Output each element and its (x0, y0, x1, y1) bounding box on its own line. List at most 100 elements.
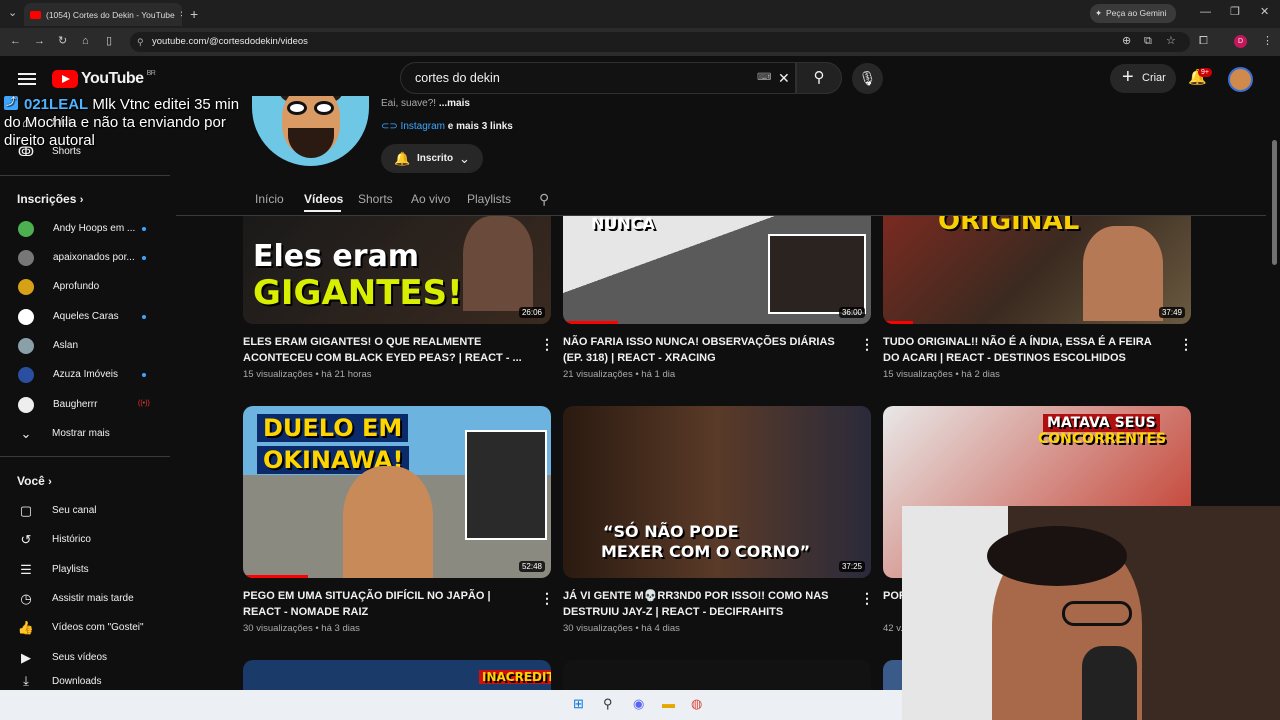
search-icon[interactable]: ⚲ (603, 696, 613, 712)
sidebar-item-downloads[interactable]: ⤓ Downloads (0, 672, 170, 690)
forward-icon[interactable]: → (34, 36, 45, 47)
menu-icon[interactable] (18, 70, 36, 86)
clear-search-icon[interactable]: ✕ (778, 63, 790, 93)
video-meta: 15 visualizações • há 21 horas (243, 369, 372, 380)
browser-tab[interactable]: (1054) Cortes do Dekin - YouTube ✕ (24, 3, 182, 26)
new-content-dot (142, 373, 146, 377)
video-title[interactable]: POR... (883, 588, 903, 604)
sidebar-channel[interactable]: apaixonados por... (0, 243, 170, 272)
subscribed-button[interactable]: 🔔 Inscrito ⌄ (381, 144, 483, 173)
discord-icon[interactable]: ◉ (633, 696, 644, 712)
home-icon[interactable]: ⌂ (82, 36, 89, 47)
url-text: youtube.com/@cortesdodekin/videos (152, 36, 308, 47)
channel-avatar (18, 308, 34, 325)
you-heading[interactable]: Você › (17, 474, 52, 488)
reload-icon[interactable]: ↻ (58, 36, 67, 47)
back-icon[interactable]: ← (10, 36, 21, 47)
channel-avatar-large[interactable] (252, 96, 369, 166)
tab-list-icon[interactable]: ⌄ (8, 8, 17, 19)
tab-playlists[interactable]: Playlists (467, 192, 511, 206)
sidebar-channel[interactable]: Aslan (0, 331, 170, 360)
browser-menu-icon[interactable]: ⋮ (1262, 36, 1273, 47)
create-button[interactable]: Criar (1110, 63, 1176, 93)
more-links[interactable]: e mais 3 links (445, 121, 513, 132)
subscriptions-title: Inscrições (17, 192, 77, 206)
video-title[interactable]: PEGO EM UMA SITUAÇÃO DIFÍCIL NO JAPÃO | … (243, 588, 528, 620)
extensions-icon[interactable]: ⧠ (1199, 36, 1208, 47)
keyboard-icon[interactable]: ⌨ (757, 63, 771, 93)
video-thumbnail[interactable]: DUELO EM OKINAWA! 52:48 (243, 406, 551, 578)
channel-links[interactable]: ⊂⊃ Instagram e mais 3 links (381, 121, 513, 132)
sidebar-divider (0, 456, 170, 457)
show-more-button[interactable]: ⌄ Mostrar mais (0, 419, 170, 448)
channel-description[interactable]: Eai, suave?! ...mais (381, 98, 470, 109)
windows-start-icon[interactable]: ⊞ (573, 696, 584, 712)
gemini-button[interactable]: ✦ Peça ao Gemini (1090, 4, 1176, 23)
sidebar-item-label: Assistir mais tarde (52, 593, 134, 604)
install-app-icon[interactable]: ⧉ (1144, 36, 1152, 47)
video-thumbnail[interactable]: ORIGINAL 37:49 (883, 216, 1191, 324)
profile-avatar[interactable]: D (1234, 35, 1247, 48)
side-panel-icon[interactable]: ▯ (106, 36, 112, 47)
sidebar-channel[interactable]: Aprofundo (0, 272, 170, 301)
chrome-icon[interactable]: ◍ (691, 696, 702, 712)
tab-videos[interactable]: Vídeos (304, 192, 343, 206)
search-input[interactable]: cortes do dekin ⌨ ✕ (400, 62, 796, 94)
channel-search-icon[interactable]: ⚲ (539, 191, 549, 208)
minimize-icon[interactable]: — (1200, 7, 1211, 18)
zoom-icon[interactable]: ⊕ (1122, 36, 1131, 47)
video-title[interactable]: NÃO FARIA ISSO NUNCA! OBSERVAÇÕES DIÁRIA… (563, 334, 848, 366)
sidebar-item-liked-videos[interactable]: 👍 Vídeos com "Gostei" (0, 613, 170, 642)
sidebar-item-watch-later[interactable]: ◷ Assistir mais tarde (0, 584, 170, 613)
youtube-play-icon (52, 70, 78, 88)
voice-search-button[interactable]: 🎙 (852, 63, 883, 94)
video-thumbnail[interactable]: INACREDITÁVEL (243, 660, 551, 690)
new-tab-icon[interactable]: + (190, 7, 198, 21)
close-window-icon[interactable]: ✕ (1260, 7, 1269, 18)
video-title[interactable]: ELES ERAM GIGANTES! O QUE REALMENTE ACON… (243, 334, 528, 366)
youtube-logo[interactable]: YouTube BR (52, 69, 156, 89)
video-thumbnail[interactable]: “SÓ NÃO PODE MEXER COM O CORNO” 37:25 (563, 406, 871, 578)
video-menu-icon[interactable]: ⋮ (860, 590, 874, 607)
video-menu-icon[interactable]: ⋮ (540, 590, 554, 607)
close-tab-icon[interactable]: ✕ (180, 9, 182, 20)
sidebar-item-your-videos[interactable]: ▶ Seus vídeos (0, 643, 170, 672)
sidebar-item-playlists[interactable]: ☰ Playlists (0, 555, 170, 584)
sidebar-divider (0, 175, 170, 176)
video-menu-icon[interactable]: ⋮ (1179, 336, 1193, 353)
video-meta: 30 visualizações • há 3 dias (243, 623, 360, 634)
video-title[interactable]: JÁ VI GENTE M💀RR3ND0 POR ISSO!! COMO NAS… (563, 588, 848, 620)
video-meta: 30 visualizações • há 4 dias (563, 623, 680, 634)
bookmark-star-icon[interactable]: ☆ (1166, 36, 1176, 47)
video-menu-icon[interactable]: ⋮ (540, 336, 554, 353)
tab-live[interactable]: Ao vivo (411, 192, 450, 206)
subscriptions-heading[interactable]: Inscrições › (17, 192, 83, 206)
tab-title: (1054) Cortes do Dekin - YouTube (46, 9, 175, 20)
search-button[interactable]: ⚲ (796, 62, 842, 94)
url-input[interactable]: ⚲ youtube.com/@cortesdodekin/videos (130, 32, 1190, 52)
video-thumbnail[interactable]: NUNCA 36:00 (563, 216, 871, 324)
sidebar-channel[interactable]: Baugherrr ((•)) (0, 390, 170, 419)
sidebar-item-your-channel[interactable]: ▢ Seu canal (0, 496, 170, 525)
create-label: Criar (1142, 72, 1166, 84)
scrollbar-thumb[interactable] (1272, 140, 1277, 265)
sidebar-channel[interactable]: Aqueles Caras (0, 302, 170, 331)
file-explorer-icon[interactable]: ▬ (662, 696, 675, 711)
video-icon: ▶ (21, 649, 31, 665)
sidebar-item-history[interactable]: ↺ Histórico (0, 525, 170, 554)
instagram-link[interactable]: Instagram (401, 121, 445, 132)
maximize-icon[interactable]: ❐ (1230, 7, 1240, 18)
video-menu-icon[interactable]: ⋮ (860, 336, 874, 353)
video-thumbnail[interactable]: Eles eram GIGANTES!! 26:06 (243, 216, 551, 324)
account-avatar[interactable] (1228, 67, 1253, 92)
sidebar-channel[interactable]: Andy Hoops em ... (0, 214, 170, 243)
video-title[interactable]: TUDO ORIGINAL!! NÃO É A ÍNDIA, ESSA É A … (883, 334, 1168, 366)
site-info-icon[interactable]: ⚲ (137, 32, 144, 52)
tab-home[interactable]: Início (255, 192, 284, 206)
video-thumbnail[interactable] (563, 660, 871, 690)
tab-shorts[interactable]: Shorts (358, 192, 393, 206)
channel-more-link[interactable]: ...mais (439, 98, 470, 109)
sidebar-channel[interactable]: Azuza Imóveis (0, 360, 170, 389)
chat-overlay: ⤴ 021LEAL Mlk Vtnc editei 35 min do Moch… (4, 96, 254, 150)
video-meta: 21 visualizações • há 1 dia (563, 369, 676, 380)
